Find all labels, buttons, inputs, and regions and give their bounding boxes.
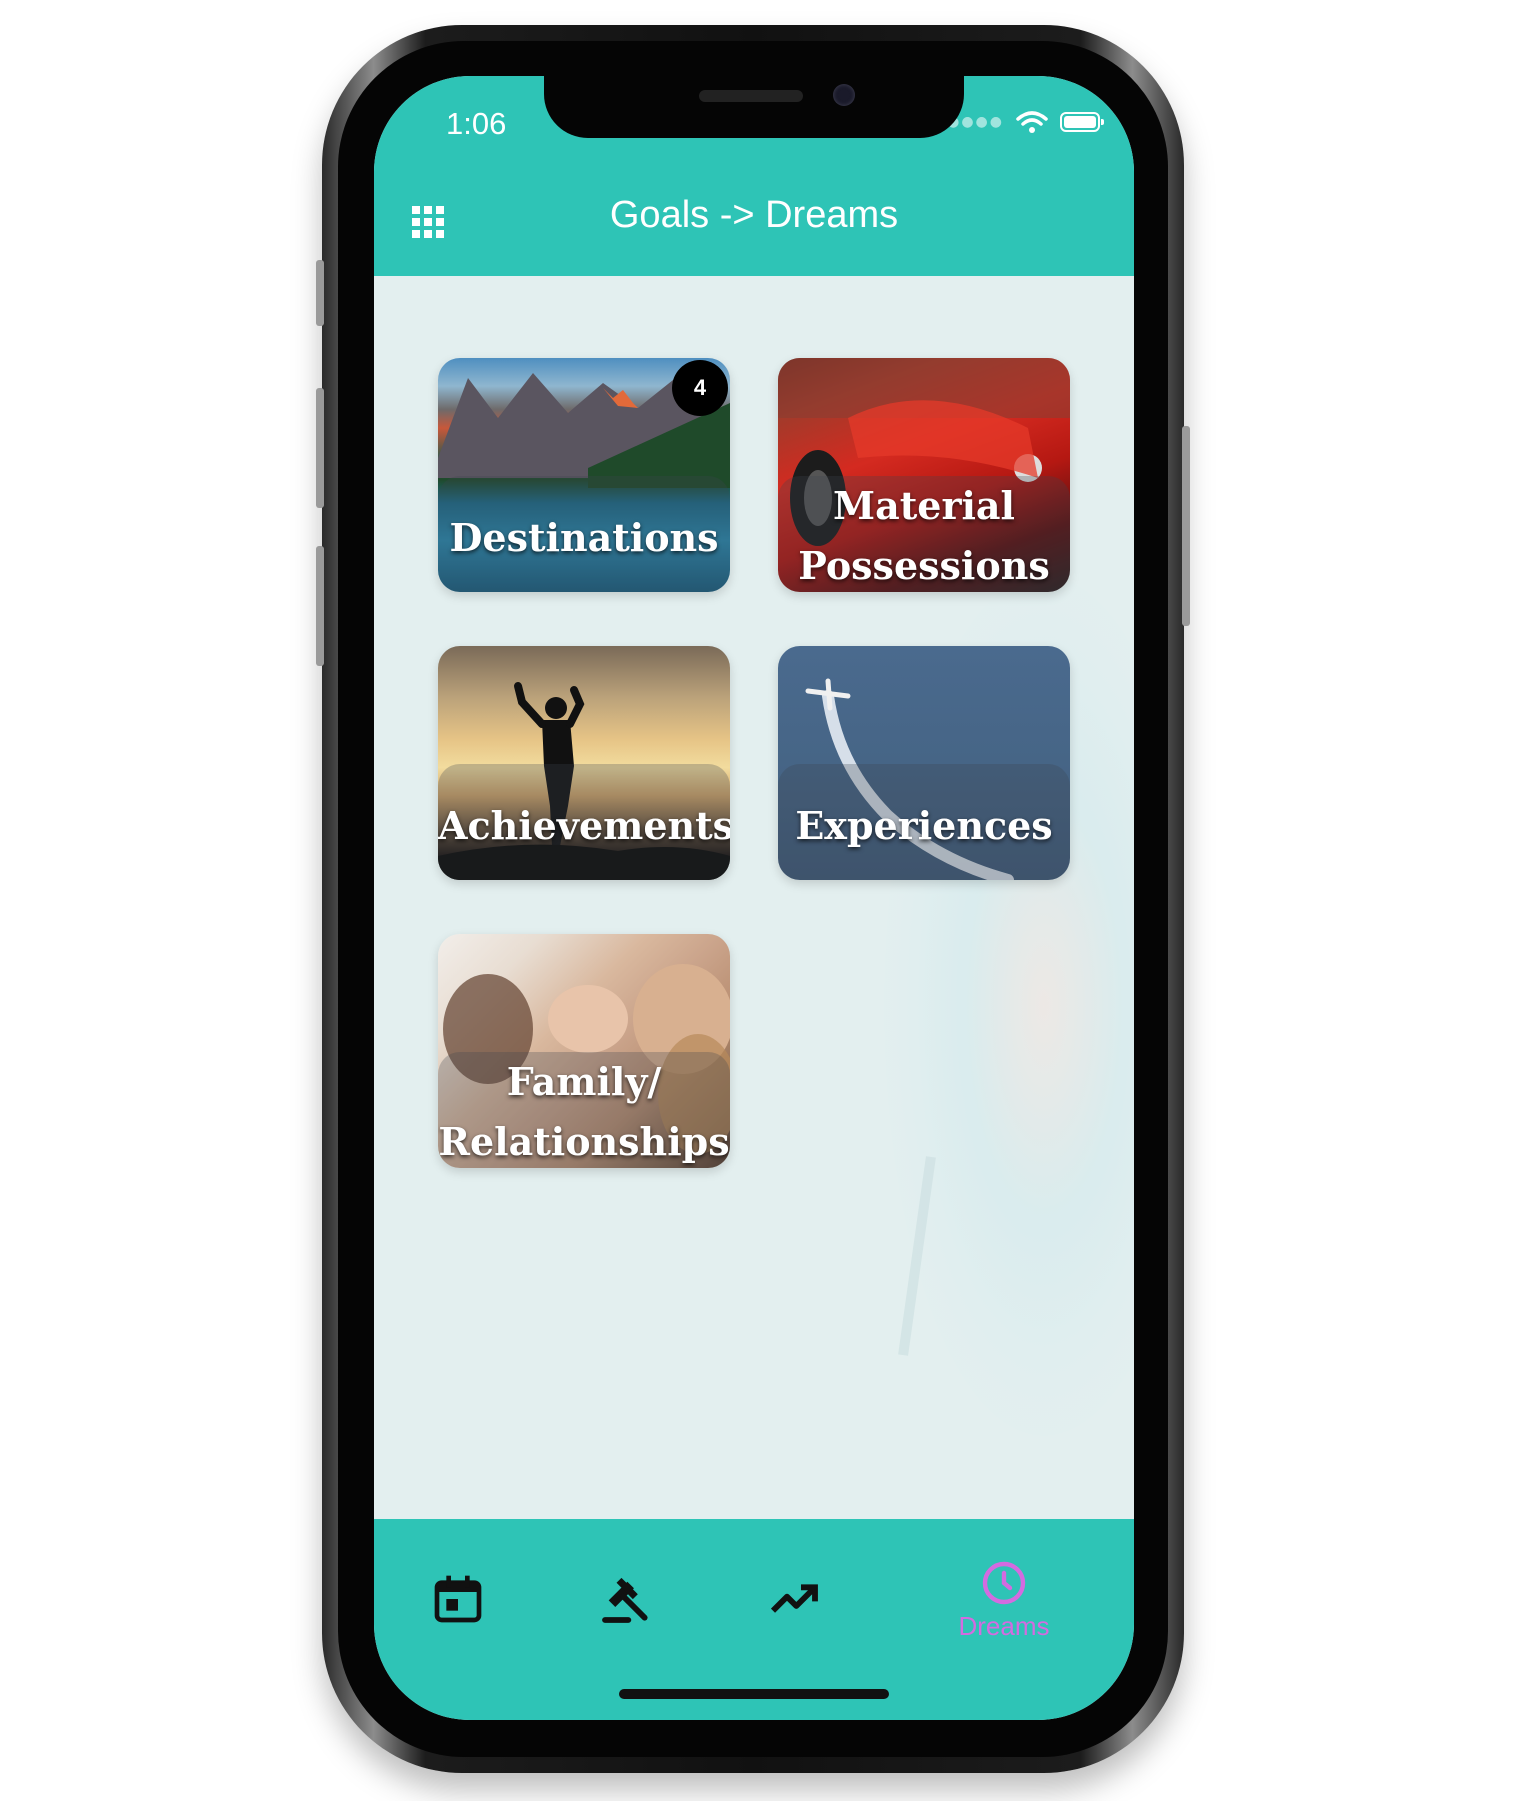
- clock-icon: [982, 1561, 1026, 1605]
- page-title: Goals -> Dreams: [609, 194, 899, 236]
- card-achievements[interactable]: Achievements: [438, 646, 730, 880]
- status-icons: ●●●●: [947, 110, 1104, 134]
- volume-down-button: [316, 546, 324, 666]
- card-label-line1: Family/: [506, 1059, 662, 1104]
- notch: [544, 76, 964, 138]
- status-time: 1:06: [446, 106, 507, 141]
- tab-calendar[interactable]: [418, 1559, 498, 1639]
- card-destinations[interactable]: 4 Destinations: [438, 358, 730, 592]
- tab-label-dreams: Dreams: [958, 1611, 1050, 1641]
- battery-icon: [1060, 112, 1104, 132]
- bottom-tab-bar: Dreams: [374, 1519, 1134, 1720]
- card-label: Destinations: [449, 515, 719, 560]
- card-experiences[interactable]: Experiences: [778, 646, 1070, 880]
- front-camera: [833, 84, 855, 106]
- card-label: Experiences: [795, 803, 1053, 848]
- silent-switch: [316, 260, 324, 326]
- power-button: [1182, 426, 1190, 626]
- card-family-relationships[interactable]: Family/ Relationships: [438, 934, 730, 1168]
- app-screen: 1:06 ●●●● Goals -> Dreams 4 Destinations…: [374, 76, 1134, 1720]
- home-indicator[interactable]: [619, 1689, 889, 1699]
- trending-up-icon: [770, 1584, 818, 1613]
- gavel-icon: [602, 1577, 648, 1623]
- calendar-icon: [434, 1575, 482, 1623]
- card-label-line2: Relationships: [438, 1119, 730, 1164]
- speaker-grille: [699, 90, 803, 102]
- tab-trending[interactable]: [754, 1559, 834, 1639]
- card-label-line2: Possessions: [798, 543, 1050, 588]
- card-label-line1: Material: [833, 483, 1015, 528]
- volume-up-button: [316, 388, 324, 508]
- categories-grid: 4 Destinations Material Possessions Achi…: [374, 276, 1134, 1519]
- count-badge: 4: [672, 360, 728, 416]
- tab-dreams[interactable]: Dreams: [958, 1559, 1050, 1641]
- wifi-icon: [1016, 111, 1048, 133]
- tab-gavel[interactable]: [586, 1559, 666, 1639]
- card-material-possessions[interactable]: Material Possessions: [778, 358, 1070, 592]
- card-label: Achievements: [438, 803, 730, 848]
